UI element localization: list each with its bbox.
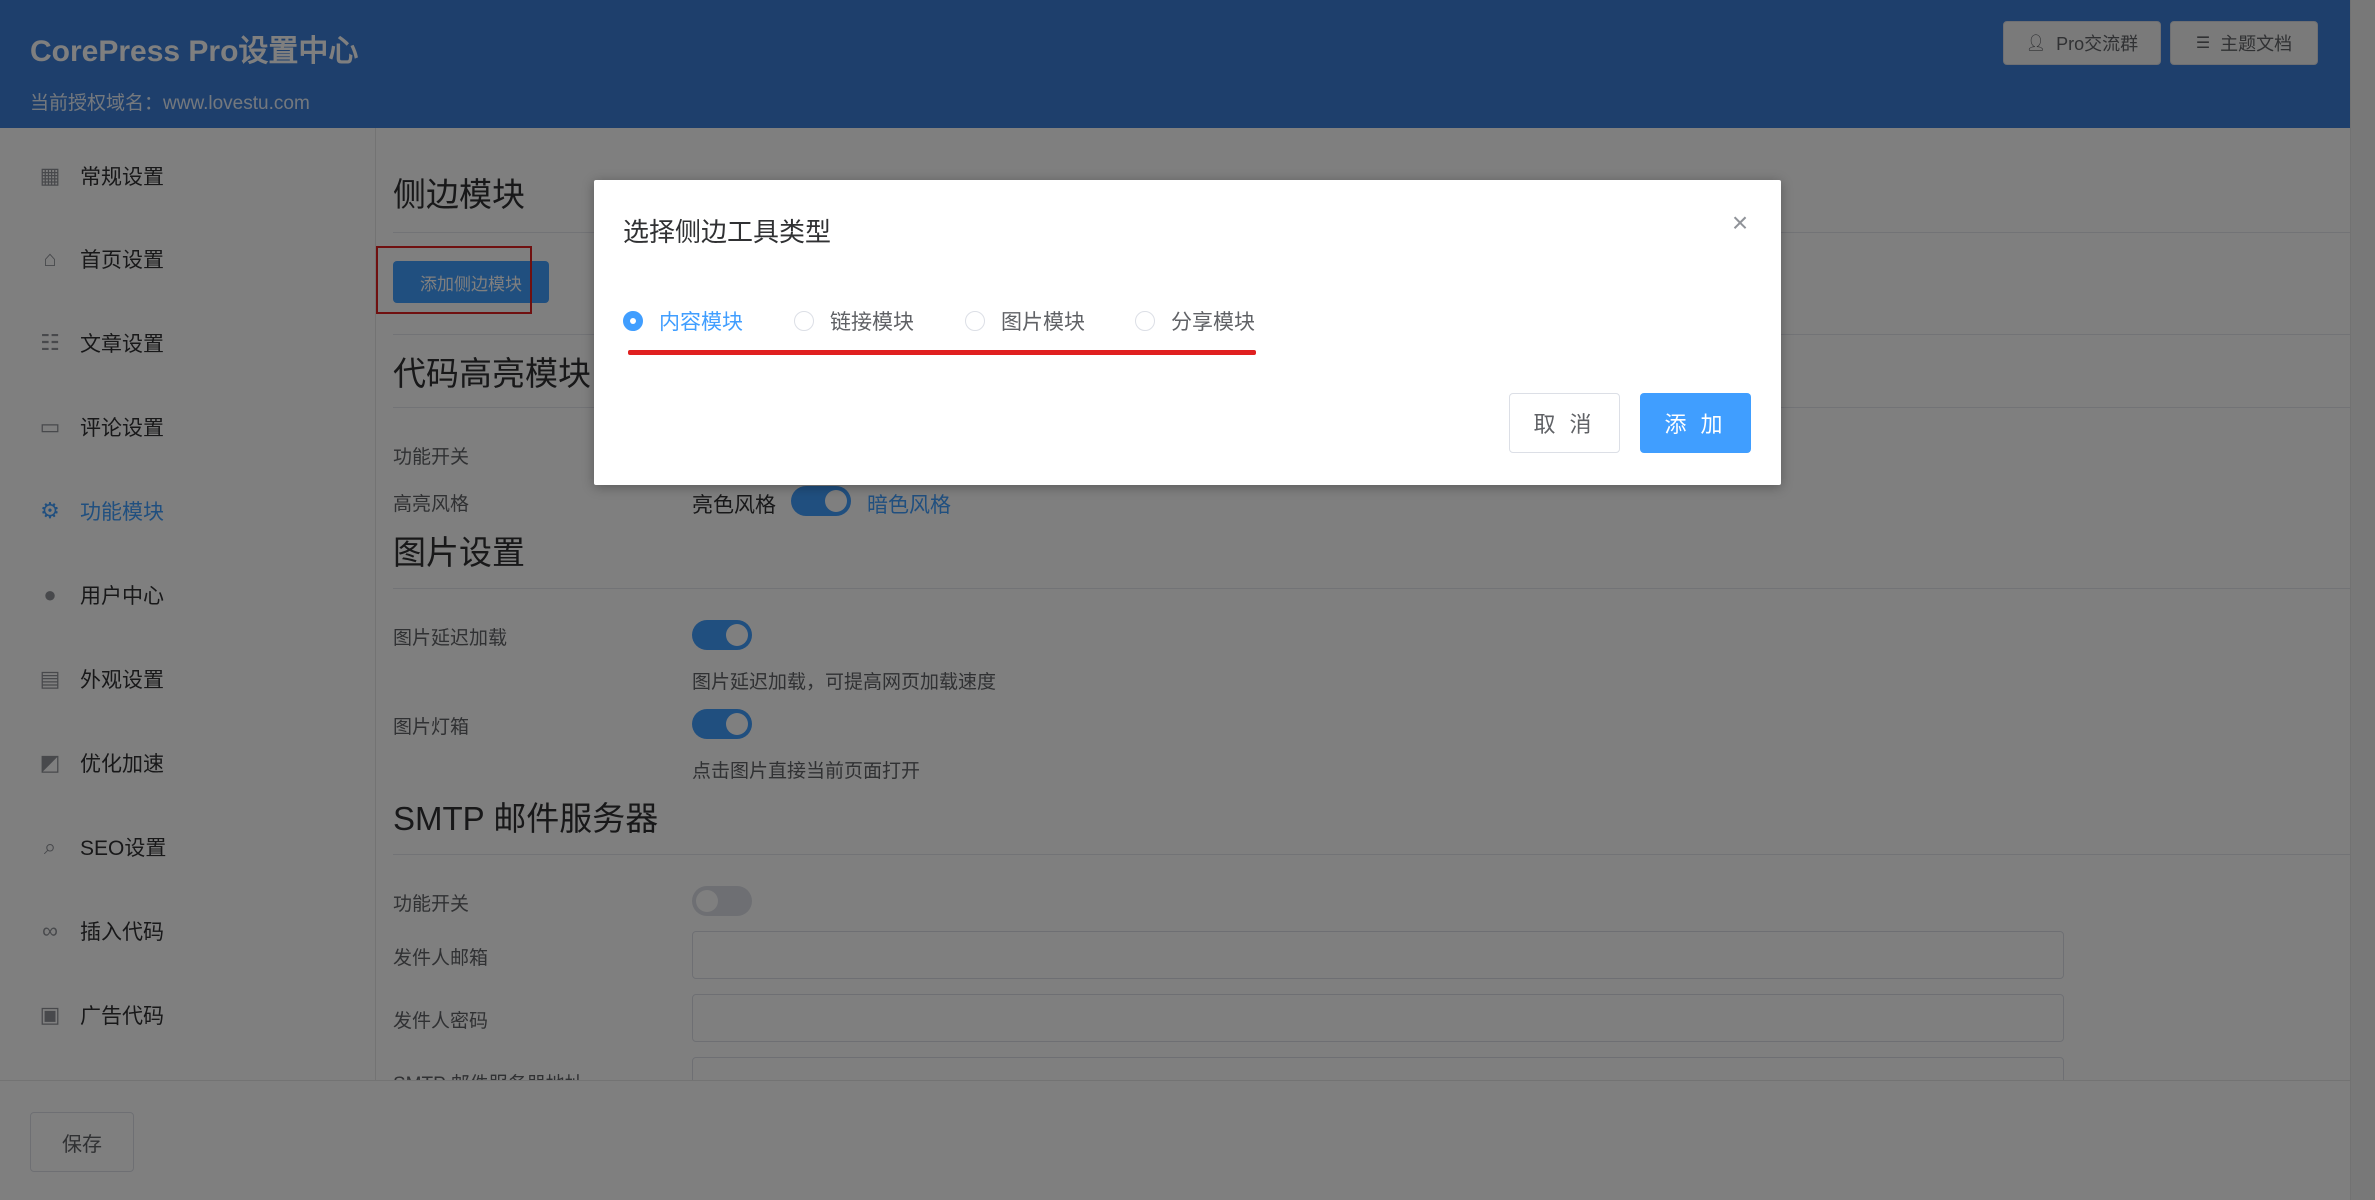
select-sidebar-tool-dialog: 选择侧边工具类型 × 内容模块 链接模块 图片模块 分享模块 取 消 添 加: [594, 180, 1781, 485]
radio-label: 内容模块: [659, 311, 743, 334]
radio-label: 分享模块: [1171, 311, 1255, 334]
cancel-button[interactable]: 取 消: [1509, 393, 1620, 453]
radio-dot: [794, 311, 814, 331]
highlight-underline: [628, 350, 1256, 355]
radio-label: 图片模块: [1001, 311, 1085, 334]
radio-dot: [965, 311, 985, 331]
dialog-title: 选择侧边工具类型: [623, 217, 832, 247]
radio-label: 链接模块: [830, 311, 914, 334]
radio-dot: [1135, 311, 1155, 331]
add-button[interactable]: 添 加: [1640, 393, 1751, 453]
radio-content-module[interactable]: 内容模块: [623, 306, 743, 336]
close-icon[interactable]: ×: [1727, 209, 1753, 237]
radio-dot: [623, 311, 643, 331]
radio-image-module[interactable]: 图片模块: [965, 306, 1085, 336]
radio-link-module[interactable]: 链接模块: [794, 306, 914, 336]
radio-share-module[interactable]: 分享模块: [1135, 306, 1255, 336]
